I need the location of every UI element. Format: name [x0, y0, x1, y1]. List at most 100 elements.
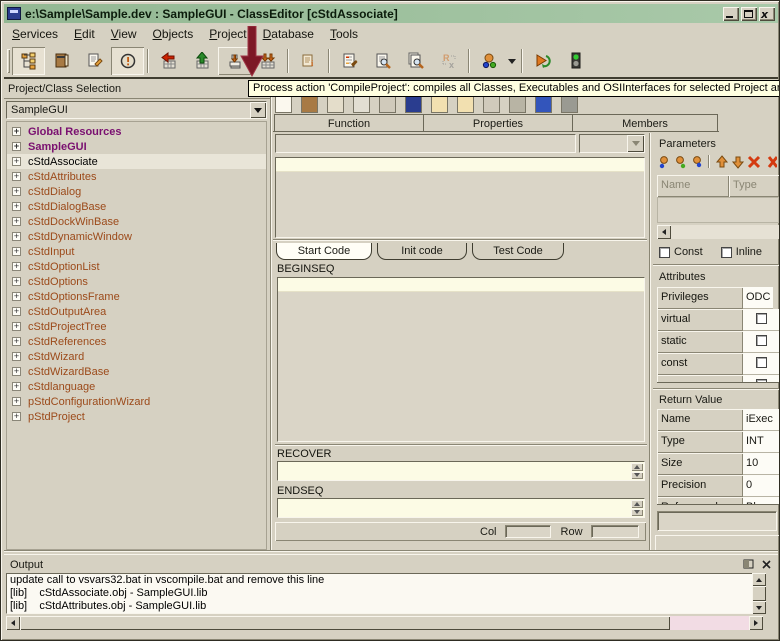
expand-icon[interactable] [12, 157, 21, 166]
expand-icon[interactable] [12, 307, 21, 316]
expand-icon[interactable] [12, 202, 21, 211]
attr-col-odc[interactable]: ODC [743, 287, 773, 309]
editor-tool-icon[interactable] [509, 96, 526, 113]
run-button[interactable] [526, 47, 559, 75]
project-combo-button[interactable] [250, 102, 266, 118]
scrollbar-thumb[interactable] [20, 616, 670, 630]
left-splitter[interactable] [270, 81, 272, 550]
menu-objects[interactable]: Objects [145, 24, 202, 44]
right-splitter[interactable] [649, 133, 651, 550]
move-up-button[interactable] [714, 154, 729, 169]
const-checkbox[interactable] [659, 247, 670, 258]
tree-item-global-resources[interactable]: Global Resources [7, 124, 266, 139]
rv-referenced-value[interactable]: Bl [743, 497, 779, 505]
expand-icon[interactable] [12, 232, 21, 241]
scroll-right-icon[interactable] [749, 616, 763, 630]
function-variant-combo[interactable] [579, 134, 645, 153]
expand-icon[interactable] [12, 217, 21, 226]
tree-item-cstdprojecttree[interactable]: cStdProjectTree [7, 319, 266, 334]
expand-icon[interactable] [12, 322, 21, 331]
tree-item-cstdoptionlist[interactable]: cStdOptionList [7, 259, 266, 274]
move-down-button[interactable] [730, 154, 745, 169]
tree-item-cstdinput[interactable]: cStdInput [7, 244, 266, 259]
scrollbar-track[interactable] [671, 225, 779, 239]
expand-icon[interactable] [12, 382, 21, 391]
check-out-button[interactable] [185, 47, 218, 75]
scroll-up-icon[interactable] [631, 500, 643, 508]
output-splitter[interactable] [4, 550, 778, 552]
tree-item-cstdoptionsframe[interactable]: cStdOptionsFrame [7, 289, 266, 304]
scroll-down-icon[interactable] [752, 601, 766, 614]
tree-item-cstdassociate[interactable]: cStdAssociate [7, 154, 266, 169]
parameters-hscrollbar[interactable] [657, 225, 779, 239]
expand-icon[interactable] [12, 277, 21, 286]
delete-all-parameters-button[interactable] [762, 154, 777, 169]
tree-item-cstddockwinbase[interactable]: cStdDockWinBase [7, 214, 266, 229]
rv-name-value[interactable]: iExec [743, 409, 779, 431]
class-tree-button[interactable] [12, 47, 45, 75]
expand-icon[interactable] [12, 367, 21, 376]
show-info-button[interactable] [111, 47, 144, 75]
debug-toggle-button[interactable] [559, 47, 592, 75]
edit-parameter-button[interactable] [689, 154, 704, 169]
expand-icon[interactable] [12, 412, 21, 421]
parameters-grid-body[interactable] [657, 197, 779, 223]
output-log[interactable]: update call to vsvars32.bat in vscompile… [6, 573, 763, 614]
tree-item-cstddialog[interactable]: cStdDialog [7, 184, 266, 199]
add-parameter-after-button[interactable] [673, 154, 688, 169]
scroll-left-icon[interactable] [657, 225, 671, 239]
editor-tool-icon[interactable] [535, 96, 552, 113]
expand-icon[interactable] [12, 262, 21, 271]
expand-icon[interactable] [12, 397, 21, 406]
tree-item-cstddialogbase[interactable]: cStdDialogBase [7, 199, 266, 214]
output-line[interactable]: [lib] cStdAttributes.obj - SampleGUI.lib [7, 600, 762, 613]
minimize-button[interactable] [723, 7, 739, 21]
static-checkbox[interactable] [756, 335, 767, 346]
rv-size-value[interactable]: 10 [743, 453, 779, 475]
expand-icon[interactable] [12, 247, 21, 256]
recover-scroll[interactable] [631, 463, 643, 479]
tab-start-code[interactable]: Start Code [276, 243, 372, 260]
editor-tool-icon[interactable] [275, 96, 292, 113]
tree-item-cstdoutputarea[interactable]: cStdOutputArea [7, 304, 266, 319]
param-col-type[interactable]: Type [729, 175, 779, 197]
editor-tool-icon[interactable] [561, 96, 578, 113]
output-hscrollbar[interactable] [6, 616, 763, 630]
editor-tool-icon[interactable] [457, 96, 474, 113]
dock-icon[interactable] [743, 559, 755, 570]
tab-init-code[interactable]: Init code [377, 243, 467, 260]
scroll-down-icon[interactable] [631, 509, 643, 517]
object-browser-button[interactable] [45, 47, 78, 75]
editor-tool-icon[interactable] [379, 96, 396, 113]
script-info-button[interactable]: i [292, 47, 325, 75]
inline-checkbox[interactable] [721, 247, 732, 258]
expand-icon[interactable] [12, 292, 21, 301]
tree-item-cstddynamicwindow[interactable]: cStdDynamicWindow [7, 229, 266, 244]
tab-properties[interactable]: Properties [423, 114, 573, 132]
tab-test-code[interactable]: Test Code [472, 243, 564, 260]
document-marks-button[interactable] [333, 47, 366, 75]
close-button[interactable]: x [759, 7, 775, 21]
editor-tool-icon[interactable] [301, 96, 318, 113]
tab-function[interactable]: Function [274, 114, 424, 132]
scrollbar-thumb[interactable] [752, 586, 766, 601]
scroll-up-icon[interactable] [631, 463, 643, 471]
output-line[interactable]: update call to vsvars32.bat in vscompile… [7, 574, 762, 587]
tree-item-pstdproject[interactable]: pStdProject [7, 409, 266, 424]
expand-icon[interactable] [12, 187, 21, 196]
editor-tool-icon[interactable] [483, 96, 500, 113]
output-vscrollbar[interactable] [752, 573, 766, 614]
attr-col-privileges[interactable]: Privileges [657, 287, 743, 309]
edit-source-button[interactable] [78, 47, 111, 75]
function-variant-combo-button[interactable] [627, 135, 644, 152]
function-name-field[interactable] [275, 134, 576, 153]
tree-item-cstdlanguage[interactable]: cStdlanguage [7, 379, 266, 394]
project-combo-value[interactable]: SampleGUI [6, 101, 267, 119]
tree-item-cstdreferences[interactable]: cStdReferences [7, 334, 266, 349]
const-attr-checkbox[interactable] [756, 357, 767, 368]
recover-editor[interactable] [277, 461, 645, 481]
menu-edit[interactable]: Edit [66, 24, 103, 44]
menu-services[interactable]: Services [4, 24, 66, 44]
tree-item-cstdwizardbase[interactable]: cStdWizardBase [7, 364, 266, 379]
expand-icon[interactable] [12, 172, 21, 181]
